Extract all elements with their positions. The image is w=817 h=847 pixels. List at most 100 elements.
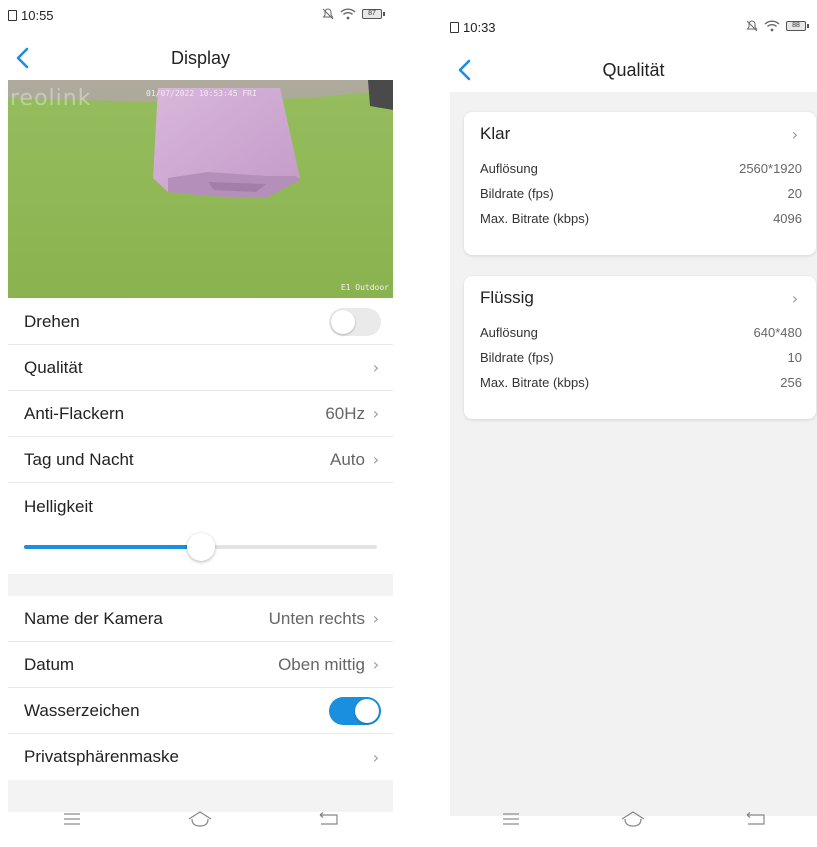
menu-icon [64, 813, 81, 825]
card-title: Klar [480, 124, 511, 143]
system-nav-bar [8, 791, 393, 847]
row-name-der-kamera[interactable]: Name der Kamera Unten rechts › [8, 596, 393, 642]
row-drehen: Drehen [8, 299, 393, 345]
chevron-right-icon: › [791, 288, 799, 308]
row-anti-flackern[interactable]: Anti-Flackern 60Hz › [8, 391, 393, 437]
system-nav-bar [450, 791, 817, 847]
row-label: Drehen [24, 311, 80, 331]
return-button[interactable] [736, 804, 776, 834]
battery-icon: 88 [786, 21, 809, 31]
card-title: Flüssig [480, 288, 534, 307]
spec-row: Bildrate (fps) 20 [464, 181, 816, 206]
quality-card-klar: Klar › Auflösung 2560*1920 Bildrate (fps)… [464, 112, 816, 255]
page-title: Display [170, 48, 231, 68]
row-value: Unten rechts [268, 608, 365, 628]
slider-thumb[interactable] [186, 533, 215, 561]
spec-row: Max. Bitrate (kbps) 4096 [464, 206, 816, 231]
status-time: 10:33 [450, 20, 496, 35]
status-icons: 88 [746, 20, 809, 32]
status-bar: 10:33 88 [450, 12, 817, 42]
quality-content: Klar › Auflösung 2560*1920 Bildrate (fps)… [450, 92, 817, 816]
spec-key: Auflösung [480, 161, 538, 176]
return-icon [746, 812, 765, 825]
card-header[interactable]: Klar › [464, 112, 816, 156]
home-icon [189, 811, 212, 827]
drehen-toggle[interactable] [329, 307, 381, 336]
wifi-icon [764, 20, 780, 32]
row-datum[interactable]: Datum Oben mittig › [8, 642, 393, 688]
chevron-right-icon: › [791, 124, 799, 144]
spec-row: Auflösung 2560*1920 [464, 156, 816, 181]
camera-datetime: 01/07/2022 10:53:45 FRI [146, 89, 257, 98]
row-label: Name der Kamera [24, 608, 163, 628]
card-header[interactable]: Flüssig › [464, 276, 816, 320]
camera-logo: reolink [10, 86, 92, 111]
row-qualitaet[interactable]: Qualität › [8, 345, 393, 391]
home-button[interactable] [180, 804, 220, 834]
quality-screen: 10:33 88 Qualität Klar › Auflösung 2560*1… [450, 0, 817, 847]
home-button[interactable] [613, 804, 653, 834]
row-label: Datum [24, 654, 75, 674]
slider-fill [24, 545, 201, 549]
battery-level: 87 [362, 9, 382, 19]
row-label: Tag und Nacht [24, 449, 134, 469]
mute-icon [746, 20, 758, 32]
display-screen: 10:55 87 Display reolink 01/07/2022 10:5… [8, 0, 393, 847]
nav-bar: Qualität [450, 52, 817, 88]
chevron-right-icon: › [372, 450, 380, 469]
toggle-knob [331, 309, 355, 334]
spec-value: 20 [787, 186, 802, 201]
quality-card-fluessig: Flüssig › Auflösung 640*480 Bildrate (fps… [464, 276, 816, 419]
chevron-right-icon: › [372, 609, 380, 628]
status-bar: 10:55 87 [8, 0, 393, 30]
row-value: 60Hz [325, 403, 365, 423]
status-time: 10:55 [8, 8, 54, 23]
home-icon [622, 811, 645, 827]
battery-icon: 87 [362, 9, 385, 19]
spec-key: Bildrate (fps) [480, 186, 554, 201]
camera-preview[interactable]: reolink 01/07/2022 10:53:45 FRI E1 Outdo… [8, 80, 393, 298]
spec-value: 256 [780, 375, 802, 390]
menu-button[interactable] [52, 804, 92, 834]
time-text: 10:33 [463, 20, 496, 35]
spec-row: Auflösung 640*480 [464, 320, 816, 345]
menu-button[interactable] [491, 804, 531, 834]
row-tag-und-nacht[interactable]: Tag und Nacht Auto › [8, 437, 393, 483]
spec-value: 4096 [773, 211, 802, 226]
return-icon [319, 812, 338, 825]
spec-key: Max. Bitrate (kbps) [480, 375, 590, 390]
return-button[interactable] [309, 804, 349, 834]
row-privatsphaerenmaske[interactable]: Privatsphärenmaske › [8, 734, 393, 780]
spec-value: 10 [787, 350, 802, 365]
sim-icon [8, 10, 17, 21]
toggle-knob [355, 698, 379, 723]
sim-icon [450, 22, 459, 33]
brightness-slider[interactable] [24, 533, 377, 561]
spec-key: Bildrate (fps) [480, 350, 554, 365]
chevron-right-icon: › [372, 404, 380, 423]
row-label: Wasserzeichen [24, 700, 140, 720]
section-divider [8, 574, 393, 596]
camera-name-overlay: E1 Outdoor [340, 283, 389, 292]
spec-row: Max. Bitrate (kbps) 256 [464, 370, 816, 395]
display-settings-list-2: Name der Kamera Unten rechts › Datum Obe… [8, 596, 393, 780]
spec-value: 640*480 [753, 325, 802, 340]
status-icons: 87 [322, 8, 385, 20]
display-settings-list-1: Drehen Qualität › Anti-Flackern 60Hz › T… [8, 299, 393, 573]
chevron-right-icon: › [372, 358, 380, 377]
wifi-icon [340, 8, 356, 20]
row-value: Oben mittig [278, 654, 365, 674]
battery-level: 88 [786, 21, 806, 31]
wasserzeichen-toggle[interactable] [329, 696, 381, 725]
spec-key: Max. Bitrate (kbps) [480, 211, 590, 226]
spec-row: Bildrate (fps) 10 [464, 345, 816, 370]
mute-icon [322, 8, 334, 20]
row-label: Qualität [24, 357, 83, 377]
spec-key: Auflösung [480, 325, 538, 340]
camera-image [8, 80, 393, 298]
spec-value: 2560*1920 [739, 161, 802, 176]
row-label: Privatsphärenmaske [24, 747, 179, 766]
chevron-right-icon: › [372, 655, 380, 674]
chevron-right-icon: › [372, 747, 380, 767]
page-title: Qualität [602, 60, 665, 80]
